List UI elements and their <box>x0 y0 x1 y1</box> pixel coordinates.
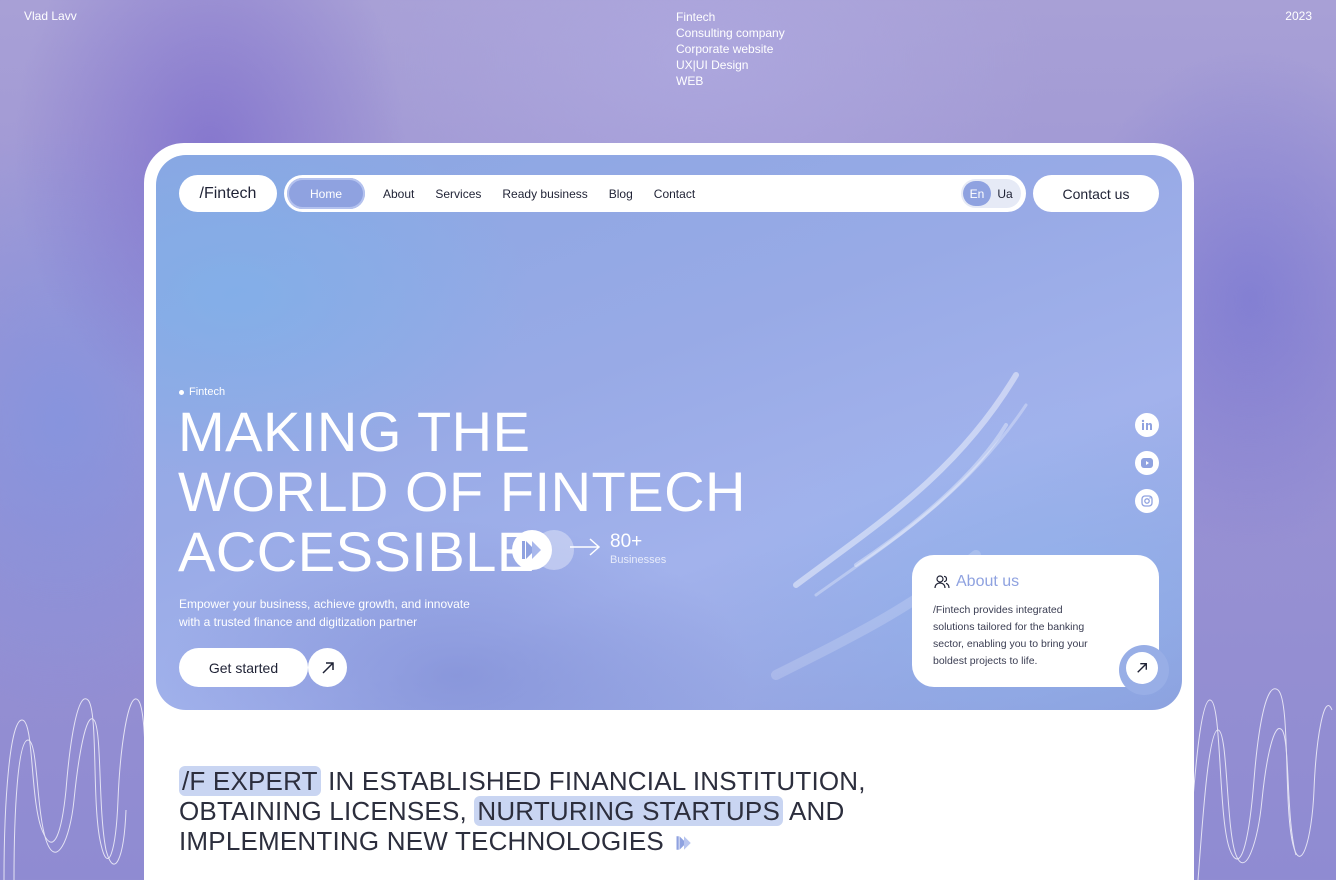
lang-ua[interactable]: Ua <box>991 181 1019 206</box>
tagline-text: OBTAINING LICENSES, <box>179 796 475 826</box>
project-year: 2023 <box>1285 9 1312 23</box>
tagline-highlight: /F EXPERT <box>179 766 321 796</box>
language-switch: En Ua <box>961 179 1021 208</box>
users-icon <box>934 575 950 589</box>
tagline-row: OBTAINING LICENSES, NURTURING STARTUPS A… <box>179 796 866 826</box>
tagline-highlight: NURTURING STARTUPS <box>474 796 783 826</box>
arrow-up-right-icon <box>1137 663 1147 673</box>
headline-line: WORLD OF FINTECH <box>178 460 746 523</box>
nav-item-blog[interactable]: Blog <box>609 187 633 201</box>
about-text: /Fintech provides integrated solutions t… <box>933 604 1088 667</box>
stat-value: 80+ <box>610 531 643 552</box>
project-tag: WEB <box>676 74 704 88</box>
headline-line: MAKING THE <box>178 400 531 463</box>
tagline-text: AND <box>783 796 845 826</box>
hero-subtext: Empower your business, achieve growth, a… <box>179 597 470 629</box>
nav-item-services[interactable]: Services <box>435 187 481 201</box>
get-started-arrow-button[interactable] <box>308 648 347 687</box>
contact-us-button[interactable]: Contact us <box>1033 175 1159 212</box>
stat-label: Businesses <box>610 554 667 566</box>
about-arrow-button[interactable] <box>1126 652 1158 684</box>
nav-item-about[interactable]: About <box>383 187 414 201</box>
about-title-label: About us <box>956 573 1020 590</box>
fast-forward-icon <box>522 541 541 559</box>
project-tag: Consulting company <box>676 26 785 40</box>
author-name: Vlad Lavv <box>24 9 77 23</box>
youtube-icon[interactable] <box>1135 451 1159 475</box>
tagline-row: /F EXPERT IN ESTABLISHED FINANCIAL INSTI… <box>179 766 866 796</box>
nav-item-contact[interactable]: Contact <box>654 187 695 201</box>
main-nav: Home About Services Ready business Blog … <box>284 175 1026 212</box>
tagline-text: IMPLEMENTING NEW TECHNOLOGIES <box>179 826 664 856</box>
headline-line: ACCESSIBLE <box>178 520 535 583</box>
project-tag: Corporate website <box>676 42 774 56</box>
expertise-tagline: /F EXPERT IN ESTABLISHED FINANCIAL INSTI… <box>179 766 866 856</box>
nav-item-ready-business[interactable]: Ready business <box>502 187 587 201</box>
hero-section: /Fintech Home About Services Ready busin… <box>156 155 1182 710</box>
linkedin-icon[interactable] <box>1135 413 1159 437</box>
project-tag: UX|UI Design <box>676 58 749 72</box>
hero-eyebrow: Fintech <box>179 386 225 398</box>
arrow-right-icon <box>570 538 601 556</box>
logo[interactable]: /Fintech <box>179 175 277 212</box>
bullet-dot-icon <box>179 389 184 395</box>
fast-forward-icon <box>676 836 692 850</box>
project-tags: Fintech Consulting company Corporate web… <box>676 9 785 89</box>
get-started-button[interactable]: Get started <box>179 648 308 687</box>
nav-item-home[interactable]: Home <box>287 178 365 209</box>
arrow-up-right-icon <box>321 661 334 674</box>
project-tag: Fintech <box>676 10 716 24</box>
decorative-squiggle-right <box>1186 688 1333 880</box>
tagline-text: IN ESTABLISHED FINANCIAL INSTITUTION, <box>320 766 866 796</box>
instagram-icon[interactable] <box>1135 489 1159 513</box>
lang-en[interactable]: En <box>963 181 991 206</box>
about-title: About us <box>934 573 1019 591</box>
tagline-row: IMPLEMENTING NEW TECHNOLOGIES <box>179 826 866 856</box>
decorative-squiggle-left <box>3 698 150 880</box>
hero-eyebrow-label: Fintech <box>189 386 226 398</box>
